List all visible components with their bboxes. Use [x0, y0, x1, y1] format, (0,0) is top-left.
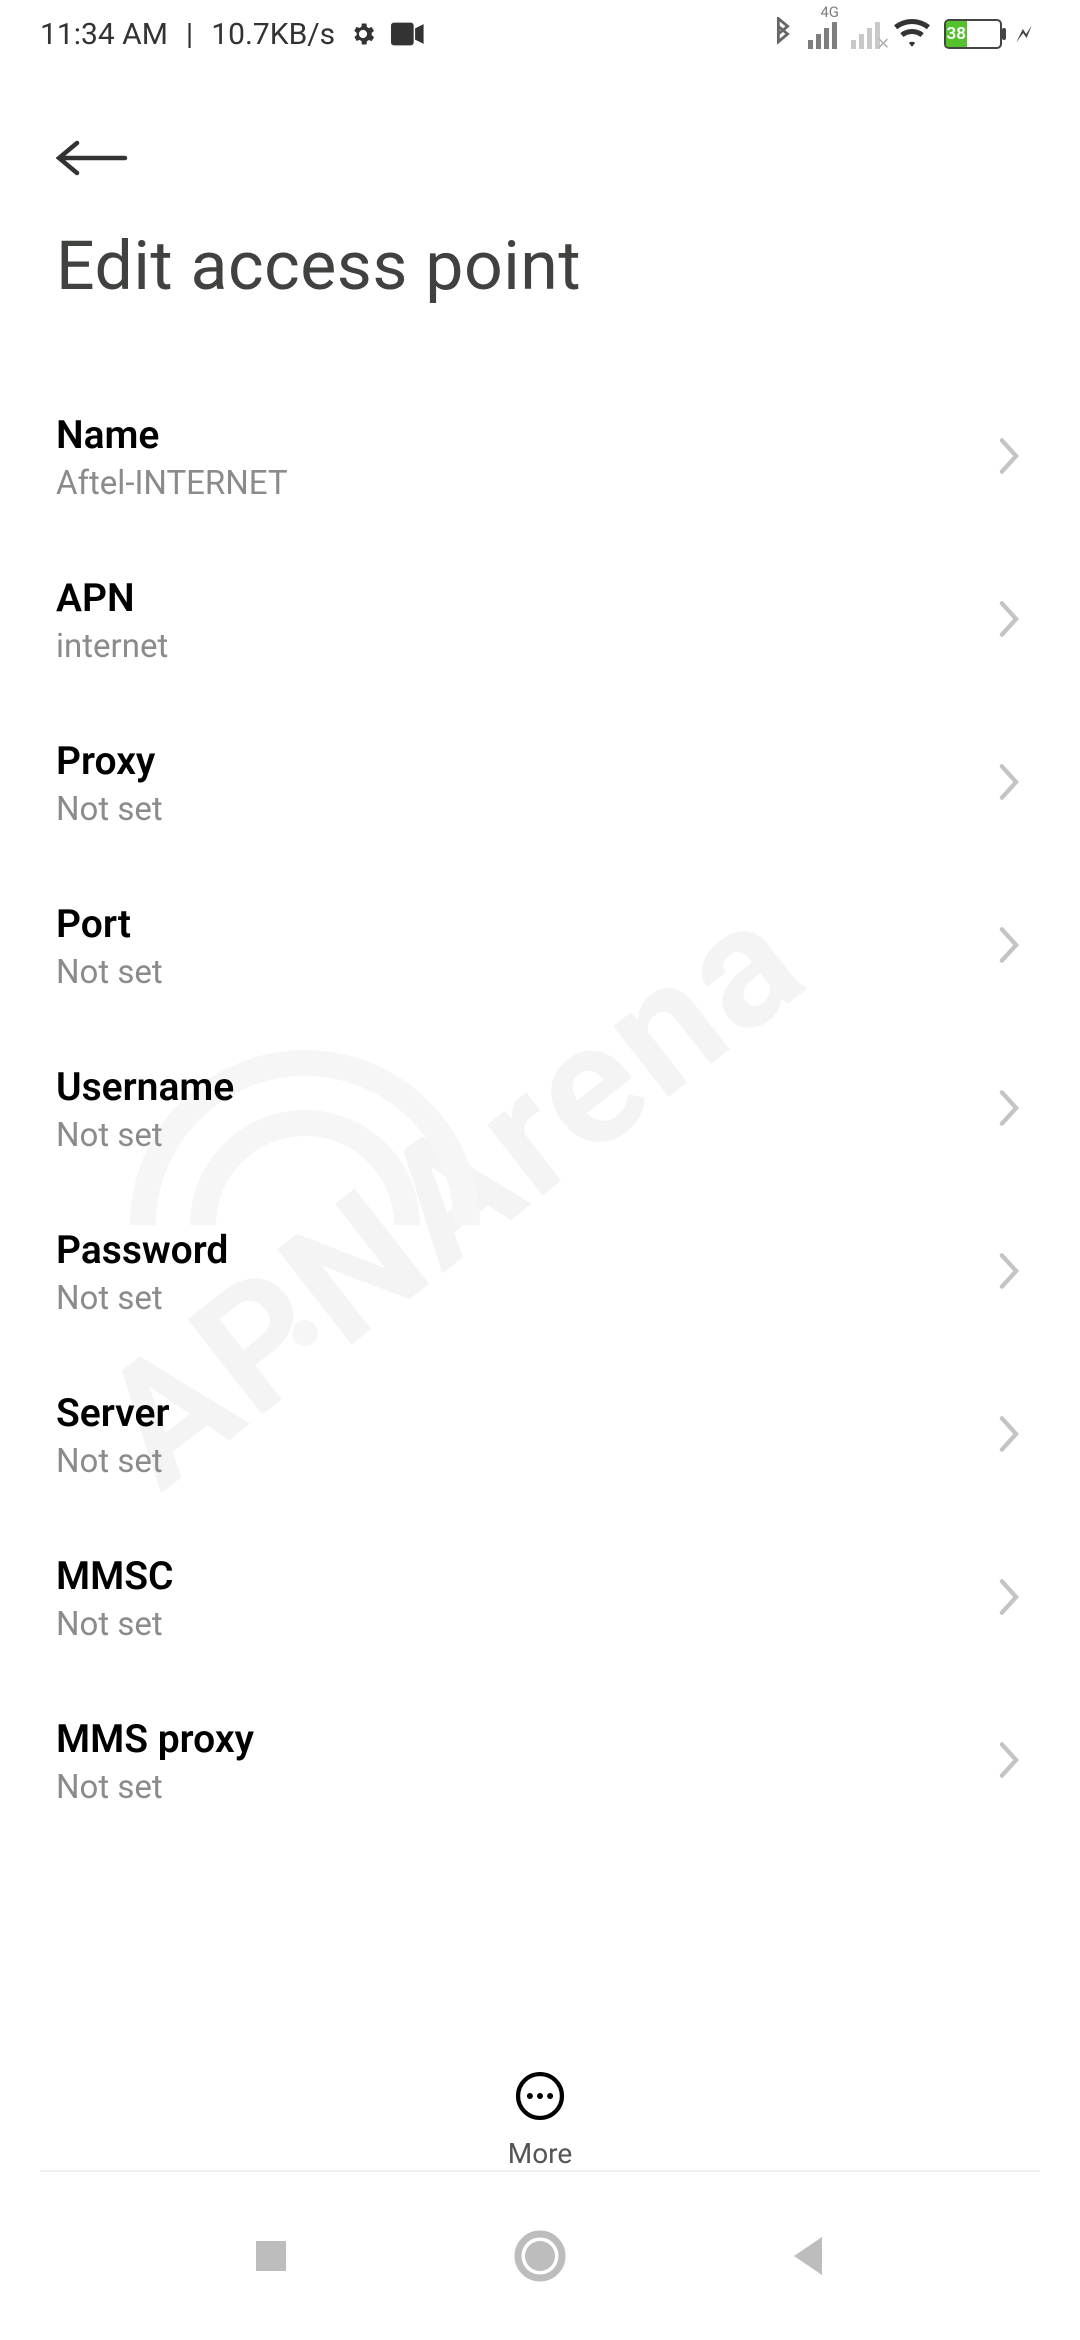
status-net-speed: 10.7KB/s — [211, 17, 335, 52]
chevron-right-icon — [994, 1414, 1024, 1458]
setting-label: Server — [56, 1390, 169, 1436]
more-button[interactable]: More — [508, 2069, 573, 2170]
signal-4g-label: 4G — [820, 3, 839, 21]
setting-value: Not set — [56, 1768, 254, 1807]
chevron-right-icon — [994, 1740, 1024, 1784]
no-sim-x-icon: ✕ — [877, 34, 890, 53]
signal-sim2: ✕ — [851, 19, 880, 49]
setting-label: Name — [56, 412, 288, 458]
status-time: 11:34 AM — [40, 17, 168, 52]
setting-row-username[interactable]: Username Not set — [56, 1028, 1024, 1191]
more-icon — [513, 2069, 567, 2127]
system-nav-bar — [0, 2172, 1080, 2340]
setting-value: Not set — [56, 790, 163, 829]
camera-icon — [391, 22, 425, 46]
wifi-icon — [894, 19, 930, 49]
chevron-right-icon — [994, 436, 1024, 480]
chevron-right-icon — [994, 762, 1024, 806]
setting-row-name[interactable]: Name Aftel-INTERNET — [56, 376, 1024, 539]
battery-icon: 38 — [944, 19, 1002, 49]
nav-home-button[interactable] — [512, 2228, 568, 2284]
setting-label: Password — [56, 1227, 228, 1273]
chevron-right-icon — [994, 1251, 1024, 1295]
setting-label: MMSC — [56, 1553, 174, 1599]
page-title: Edit access point — [56, 226, 1024, 306]
charging-icon: 🗲 — [1016, 20, 1032, 48]
setting-row-mms-proxy[interactable]: MMS proxy Not set — [56, 1680, 1024, 1843]
chevron-right-icon — [994, 1088, 1024, 1132]
chevron-right-icon — [994, 925, 1024, 969]
signal-sim1: 4G — [808, 19, 837, 49]
status-bar: 11:34 AM | 10.7KB/s 4G ✕ 38 🗲 — [0, 0, 1080, 68]
setting-row-proxy[interactable]: Proxy Not set — [56, 702, 1024, 865]
chevron-right-icon — [994, 1577, 1024, 1621]
status-separator: | — [182, 17, 197, 52]
chevron-right-icon — [994, 599, 1024, 643]
setting-row-password[interactable]: Password Not set — [56, 1191, 1024, 1354]
setting-value: Not set — [56, 1605, 174, 1644]
nav-recent-button[interactable] — [250, 2235, 292, 2277]
setting-label: APN — [56, 575, 168, 621]
setting-label: Proxy — [56, 738, 163, 784]
bluetooth-icon — [772, 17, 794, 51]
setting-value: Aftel-INTERNET — [56, 464, 288, 503]
gear-icon — [349, 20, 377, 48]
status-right: 4G ✕ 38 🗲 — [772, 17, 1032, 51]
setting-row-apn[interactable]: APN internet — [56, 539, 1024, 702]
setting-value: internet — [56, 627, 168, 666]
battery-level: 38 — [946, 21, 967, 47]
setting-label: Port — [56, 901, 163, 947]
back-button[interactable] — [56, 134, 1024, 186]
nav-back-button[interactable] — [788, 2233, 830, 2279]
settings-list: Name Aftel-INTERNET APN internet Proxy N… — [56, 376, 1024, 1843]
setting-label: MMS proxy — [56, 1716, 254, 1762]
setting-value: Not set — [56, 1442, 169, 1481]
setting-row-server[interactable]: Server Not set — [56, 1354, 1024, 1517]
setting-row-port[interactable]: Port Not set — [56, 865, 1024, 1028]
arrow-left-icon — [56, 134, 128, 182]
setting-label: Username — [56, 1064, 234, 1110]
setting-row-mmsc[interactable]: MMSC Not set — [56, 1517, 1024, 1680]
setting-value: Not set — [56, 1116, 234, 1155]
setting-value: Not set — [56, 953, 163, 992]
status-left: 11:34 AM | 10.7KB/s — [40, 17, 425, 52]
more-label: More — [508, 2137, 573, 2170]
setting-value: Not set — [56, 1279, 228, 1318]
